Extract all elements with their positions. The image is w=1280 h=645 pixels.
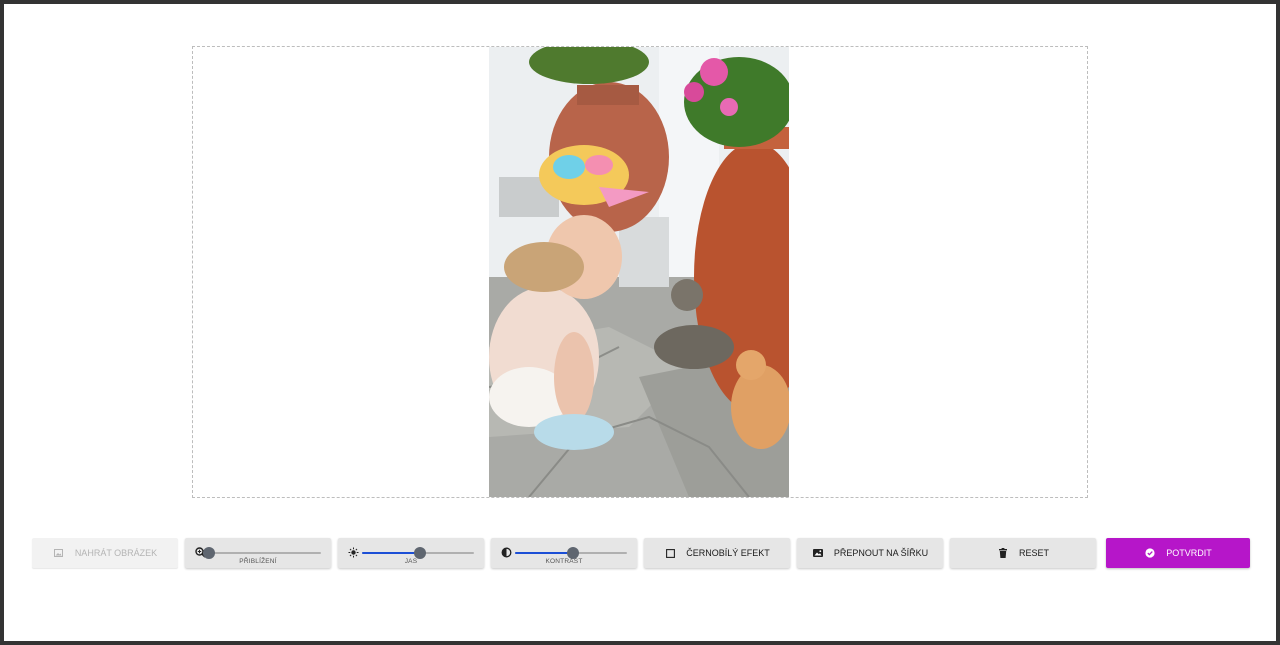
reset-button[interactable]: Reset: [950, 538, 1096, 568]
checkbox-icon[interactable]: [664, 547, 676, 559]
confirm-button[interactable]: Potvrdit: [1106, 538, 1250, 568]
brightness-slider-fill: [362, 552, 421, 554]
grayscale-toggle-button[interactable]: Černobílý efekt: [644, 538, 790, 568]
contrast-slider[interactable]: [501, 545, 627, 561]
check-circle-icon: [1144, 547, 1156, 559]
landscape-image-icon: [812, 547, 824, 559]
zoom-slider-thumb[interactable]: [203, 547, 215, 559]
switch-orientation-label: Přepnout na šířku: [833, 548, 929, 558]
brightness-slider-control: Jas: [338, 538, 484, 568]
grayscale-label: Černobílý efekt: [686, 548, 770, 558]
trash-icon: [997, 547, 1009, 559]
contrast-slider-fill: [515, 552, 574, 554]
contrast-slider-track[interactable]: [515, 547, 627, 559]
confirm-label: Potvrdit: [1166, 548, 1212, 558]
switch-orientation-button[interactable]: Přepnout na šířku: [797, 538, 943, 568]
crop-canvas[interactable]: [192, 46, 1088, 498]
image-editor-window: Nahrát obrázek Přiblížení: [4, 4, 1276, 641]
brightness-slider-track[interactable]: [362, 547, 474, 559]
zoom-slider-track[interactable]: [203, 547, 321, 559]
upload-image-label: Nahrát obrázek: [74, 548, 158, 558]
zoom-slider[interactable]: [195, 545, 321, 561]
brightness-slider-thumb[interactable]: [414, 547, 427, 559]
contrast-icon: [501, 547, 512, 558]
photo-preview[interactable]: [489, 47, 789, 497]
contrast-slider-thumb[interactable]: [567, 547, 580, 559]
zoom-slider-control: Přiblížení: [185, 538, 331, 568]
brightness-slider[interactable]: [348, 545, 474, 561]
image-icon: [53, 547, 65, 559]
sun-icon: [348, 547, 359, 558]
reset-label: Reset: [1018, 548, 1049, 558]
upload-image-button[interactable]: Nahrát obrázek: [32, 538, 178, 568]
contrast-slider-control: Kontrast: [491, 538, 637, 568]
